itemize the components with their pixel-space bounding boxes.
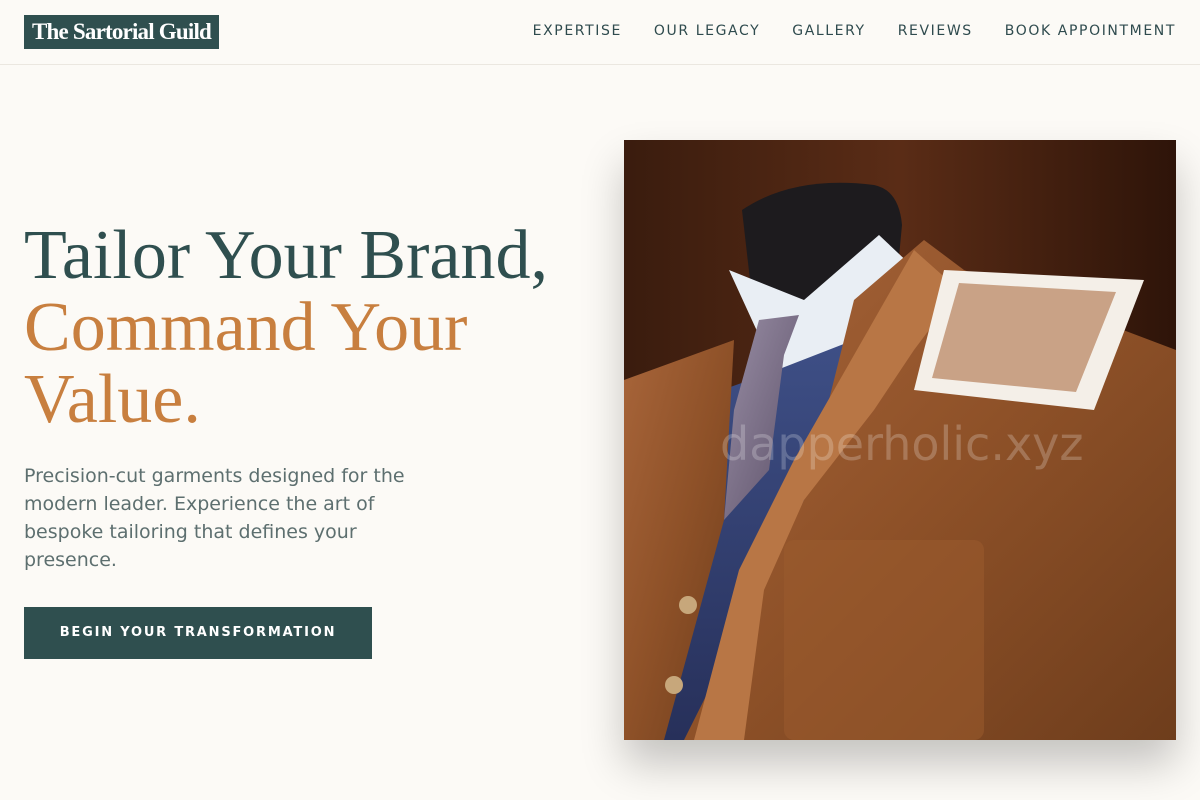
hero-text: Tailor Your Brand, Command Your Value. P… <box>24 220 604 659</box>
brand-logo[interactable]: The Sartorial Guild <box>24 15 220 49</box>
nav-link-gallery[interactable]: GALLERY <box>792 22 865 40</box>
hero-headline: Tailor Your Brand, Command Your Value. <box>24 220 604 436</box>
image-watermark: dapperholic.xyz <box>720 417 1084 471</box>
nav-link-book-appointment[interactable]: BOOK APPOINTMENT <box>1005 22 1176 40</box>
headline-accent-line-2: Value. <box>24 361 201 438</box>
nav-links: EXPERTISE OUR LEGACY GALLERY REVIEWS BOO… <box>533 22 1176 40</box>
begin-transformation-button[interactable]: BEGIN YOUR TRANSFORMATION <box>24 607 372 659</box>
hero-description: Precision-cut garments designed for the … <box>24 465 405 571</box>
nav-link-expertise[interactable]: EXPERTISE <box>533 22 622 40</box>
hero-image: dapperholic.xyz <box>624 140 1176 740</box>
headline-line-1: Tailor Your Brand, <box>24 217 548 294</box>
top-navigation: The Sartorial Guild EXPERTISE OUR LEGACY… <box>0 0 1200 65</box>
nav-link-reviews[interactable]: REVIEWS <box>898 22 973 40</box>
nav-link-our-legacy[interactable]: OUR LEGACY <box>654 22 760 40</box>
tailored-jacket-photo: dapperholic.xyz <box>624 140 1176 740</box>
headline-accent-line-1: Command Your <box>24 289 468 366</box>
